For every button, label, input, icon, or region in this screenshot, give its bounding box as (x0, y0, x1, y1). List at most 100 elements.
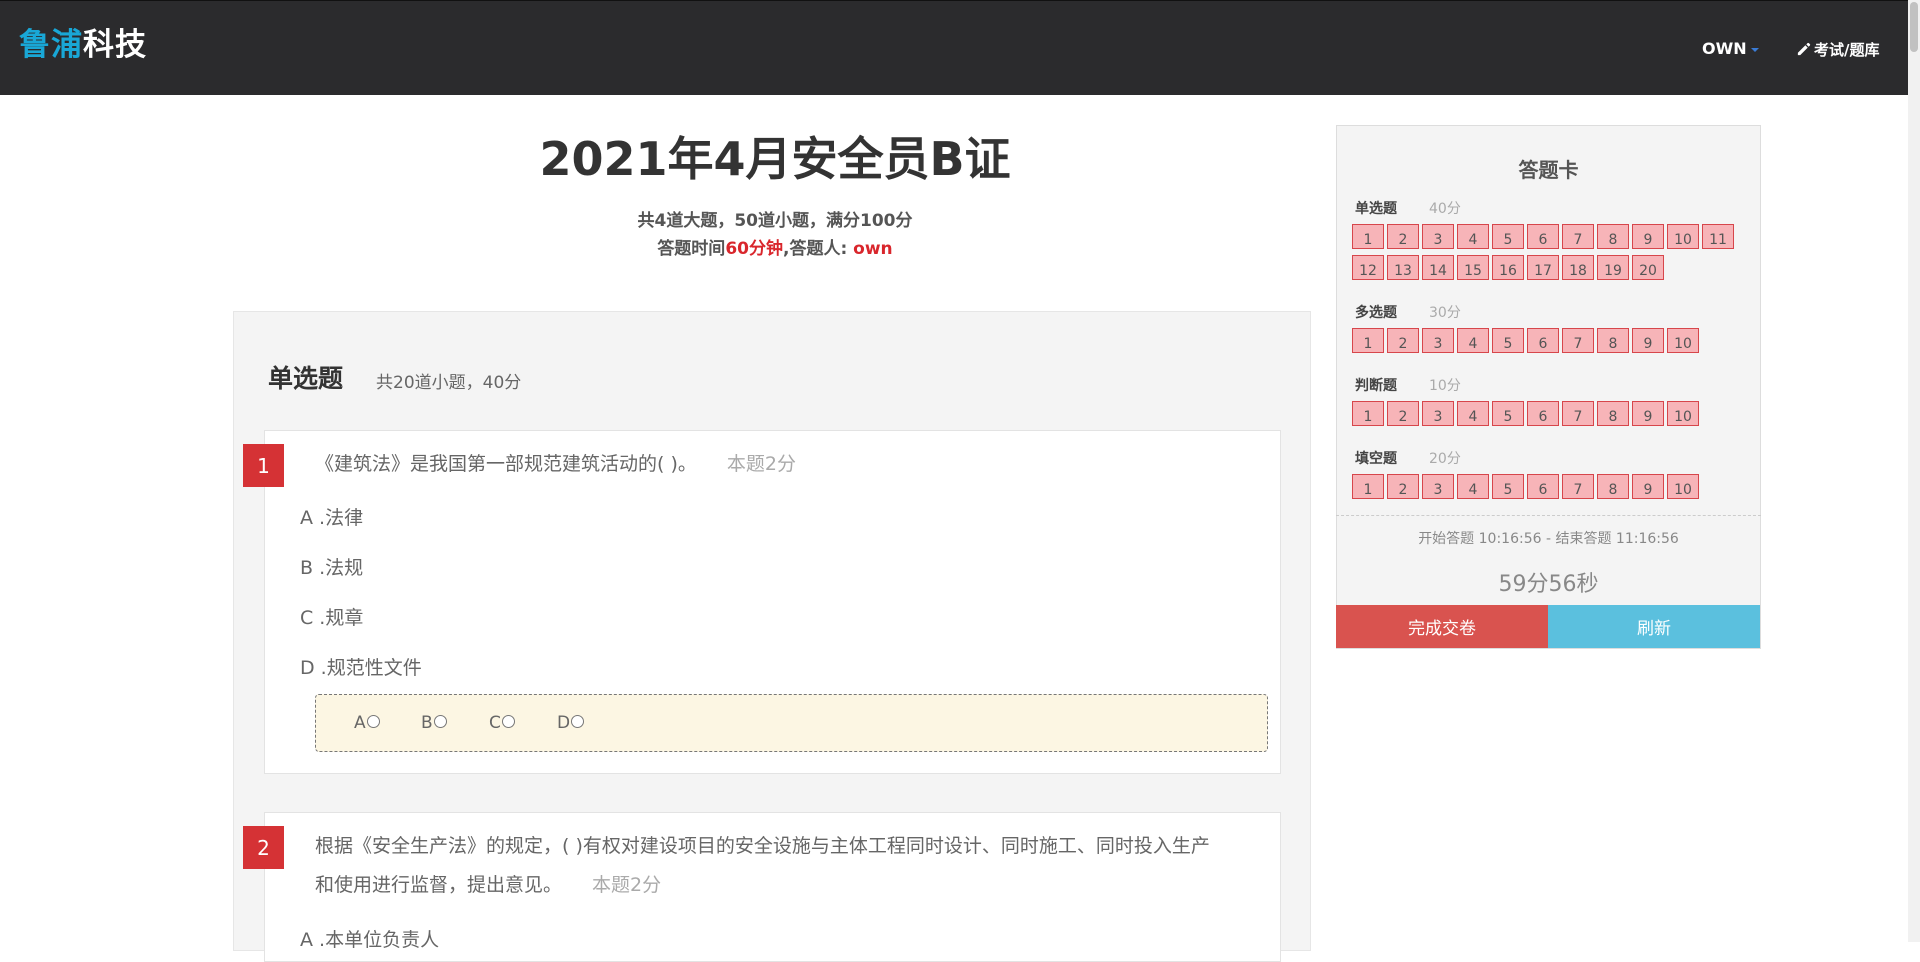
choice-b-label: B (421, 713, 433, 733)
answer-card-cell[interactable]: 10 (1667, 224, 1699, 249)
answerer-name: own (853, 239, 893, 259)
exam-time-info: 答题时间60分钟,答题人: own (240, 234, 1310, 259)
group-label: 多选题 (1355, 305, 1397, 321)
answer-card-cell[interactable]: 3 (1422, 224, 1454, 249)
answer-card-cell[interactable]: 6 (1527, 224, 1559, 249)
question-score: 本题2分 (592, 874, 662, 896)
question-number-badge: 1 (243, 444, 284, 487)
group-score: 40分 (1429, 201, 1461, 217)
answer-card-cell[interactable]: 19 (1597, 255, 1629, 280)
answer-card-cell[interactable]: 8 (1597, 474, 1629, 499)
answer-card-cell[interactable]: 13 (1387, 255, 1419, 280)
question-score: 本题2分 (726, 453, 796, 475)
question-stem: 《建筑法》是我国第一部规范建筑活动的( )。 (315, 453, 697, 475)
answer-card-cell[interactable]: 12 (1352, 255, 1384, 280)
answer-card-cell[interactable]: 9 (1632, 224, 1664, 249)
user-menu[interactable]: OWN (1702, 39, 1759, 58)
option-c: C .规章 (300, 607, 364, 629)
group-score: 20分 (1429, 451, 1461, 467)
answer-card-cell[interactable]: 2 (1387, 224, 1419, 249)
answer-card-cell[interactable]: 15 (1457, 255, 1489, 280)
answer-card-cell[interactable]: 9 (1632, 328, 1664, 353)
answer-card-cell[interactable]: 2 (1387, 328, 1419, 353)
exam-summary: 共4道大题，50道小题，满分100分 (637, 211, 913, 231)
option-b: B .法规 (300, 557, 364, 579)
radio-d[interactable] (571, 715, 585, 728)
answer-card-cell[interactable]: 7 (1562, 328, 1594, 353)
answer-card-cell[interactable]: 4 (1457, 474, 1489, 499)
answer-card-cell[interactable]: 10 (1667, 474, 1699, 499)
caret-down-icon (1750, 47, 1759, 52)
group-label: 单选题 (1355, 201, 1397, 217)
refresh-button[interactable]: 刷新 (1548, 605, 1760, 648)
answer-card-cell[interactable]: 8 (1597, 224, 1629, 249)
section-subtitle: 共20道小题，40分 (376, 373, 522, 393)
time-range: 开始答题 10:16:56 - 结束答题 11:16:56 (1418, 531, 1679, 547)
answer-card-cell[interactable]: 10 (1667, 328, 1699, 353)
brand-logo[interactable]: 鲁浦科技 (19, 19, 147, 64)
option-d: D .规范性文件 (300, 657, 422, 679)
radio-b[interactable] (433, 715, 447, 728)
answer-card-cell[interactable]: 7 (1562, 401, 1594, 426)
answer-card-cell[interactable]: 5 (1492, 401, 1524, 426)
answer-card-cell[interactable]: 10 (1667, 401, 1699, 426)
radio-c[interactable] (501, 715, 515, 728)
answer-card-cell[interactable]: 6 (1527, 474, 1559, 499)
answer-card-cell[interactable]: 11 (1702, 224, 1734, 249)
answer-card-cell[interactable]: 4 (1457, 401, 1489, 426)
option-a: A .法律 (300, 507, 364, 529)
answer-card-cell[interactable]: 2 (1387, 401, 1419, 426)
countdown-timer: 59分56秒 (1498, 572, 1599, 597)
question-number-badge: 2 (243, 826, 284, 869)
answer-card-cell[interactable]: 9 (1632, 474, 1664, 499)
radio-a[interactable] (366, 715, 380, 728)
answer-card-cell[interactable]: 6 (1527, 401, 1559, 426)
answer-card-cell[interactable]: 3 (1422, 328, 1454, 353)
answer-card-cell[interactable]: 7 (1562, 474, 1594, 499)
answer-card-cell[interactable]: 6 (1527, 328, 1559, 353)
answer-card-cell[interactable]: 4 (1457, 328, 1489, 353)
answer-card-cell[interactable]: 14 (1422, 255, 1454, 280)
pencil-icon (1797, 42, 1811, 56)
answer-card-cell[interactable]: 9 (1632, 401, 1664, 426)
brand-part1: 鲁浦 (19, 27, 83, 63)
answer-card-cell[interactable]: 5 (1492, 224, 1524, 249)
answerer-prefix: ,答题人: (782, 239, 854, 259)
answer-card-cell[interactable]: 17 (1527, 255, 1559, 280)
answer-card-cell[interactable]: 8 (1597, 328, 1629, 353)
answer-card-cell[interactable]: 1 (1352, 474, 1384, 499)
answer-card-cell[interactable]: 3 (1422, 474, 1454, 499)
answer-card-title: 答题卡 (1518, 158, 1579, 182)
answer-card-cell[interactable]: 20 (1632, 255, 1664, 280)
brand-part2: 科技 (83, 27, 147, 63)
top-navbar: 鲁浦科技 OWN 考试/题库 (0, 0, 1908, 95)
choice-a-label: A (354, 713, 366, 733)
page-scrollbar[interactable] (1908, 0, 1920, 942)
choice-d[interactable]: D (557, 713, 585, 733)
exam-bank-link[interactable]: 考试/题库 (1796, 39, 1879, 60)
choice-c[interactable]: C (489, 713, 515, 733)
answer-card-cell[interactable]: 1 (1352, 401, 1384, 426)
answer-card-cell[interactable]: 1 (1352, 224, 1384, 249)
time-prefix: 答题时间 (657, 239, 726, 259)
answer-card-cell[interactable]: 4 (1457, 224, 1489, 249)
answer-card-cell[interactable]: 1 (1352, 328, 1384, 353)
section-title: 单选题 (268, 364, 344, 393)
scrollbar-thumb[interactable] (1910, 2, 1918, 52)
option-a: A .本单位负责人 (300, 929, 440, 951)
exam-bank-label: 考试/题库 (1814, 41, 1880, 59)
answer-card-cell[interactable]: 16 (1492, 255, 1524, 280)
exam-title: 2021年4月安全员B证 (539, 132, 1011, 186)
answer-card-cell[interactable]: 18 (1562, 255, 1594, 280)
answer-card-cell[interactable]: 8 (1597, 401, 1629, 426)
choice-a[interactable]: A (354, 713, 380, 733)
submit-exam-button[interactable]: 完成交卷 (1336, 605, 1548, 648)
answer-card-cell[interactable]: 5 (1492, 328, 1524, 353)
answer-card-cell[interactable]: 3 (1422, 401, 1454, 426)
answer-card-cell[interactable]: 7 (1562, 224, 1594, 249)
choice-b[interactable]: B (421, 713, 447, 733)
group-score: 10分 (1429, 378, 1461, 394)
question-text-line2: 和使用进行监督，提出意见。 本题2分 (315, 865, 661, 905)
answer-card-cell[interactable]: 2 (1387, 474, 1419, 499)
answer-card-cell[interactable]: 5 (1492, 474, 1524, 499)
